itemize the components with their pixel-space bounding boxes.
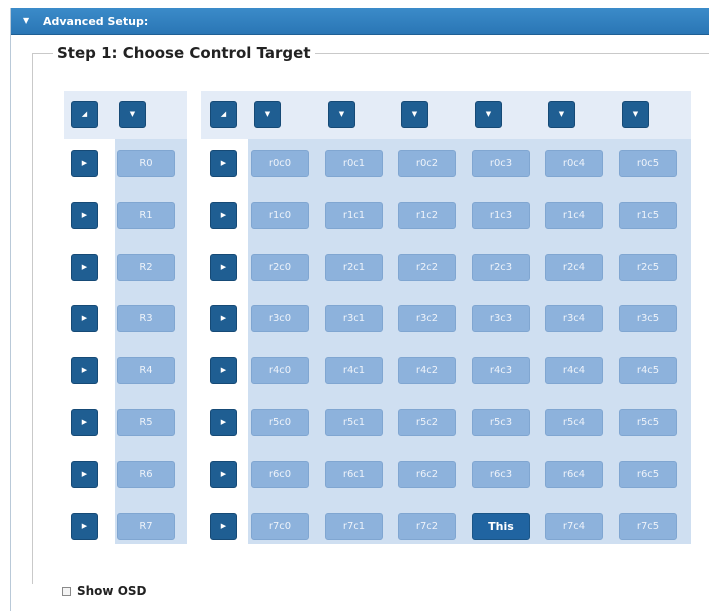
grid-cell[interactable]: r1c3 (472, 202, 530, 229)
grid-cell[interactable]: r6c4 (545, 461, 603, 488)
column-select-button-4[interactable]: ▼ (548, 101, 575, 128)
grid-cell[interactable]: r1c5 (619, 202, 677, 229)
column-select-button-1[interactable]: ▼ (328, 101, 355, 128)
row-label-4[interactable]: R4 (117, 357, 175, 384)
grid-cell[interactable]: r4c5 (619, 357, 677, 384)
grid-cell[interactable]: r5c1 (325, 409, 383, 436)
grid-cell[interactable]: r7c5 (619, 513, 677, 540)
column-select-button-5[interactable]: ▼ (622, 101, 649, 128)
grid-cell[interactable]: r6c0 (251, 461, 309, 488)
row-label-6[interactable]: R6 (117, 461, 175, 488)
grid-cell[interactable]: r7c4 (545, 513, 603, 540)
column-select-button-2[interactable]: ▼ (401, 101, 428, 128)
grid-cell[interactable]: r3c1 (325, 305, 383, 332)
grid-cell[interactable]: r6c3 (472, 461, 530, 488)
grid-cell[interactable]: r6c2 (398, 461, 456, 488)
grid-cell[interactable]: r3c2 (398, 305, 456, 332)
show-osd-option[interactable]: Show OSD (62, 584, 147, 598)
grid-cell[interactable]: r0c4 (545, 150, 603, 177)
row-select-button-2[interactable]: ▶ (210, 254, 237, 281)
grid-cell[interactable]: r1c0 (251, 202, 309, 229)
grid-cell[interactable]: r7c1 (325, 513, 383, 540)
grid-cell[interactable]: r7c2 (398, 513, 456, 540)
grid-cell[interactable]: r4c4 (545, 357, 603, 384)
row-label-3[interactable]: R3 (117, 305, 175, 332)
grid-cell[interactable]: r6c5 (619, 461, 677, 488)
row-select-button-1[interactable]: ▶ (210, 202, 237, 229)
row-label-select-button-0[interactable]: ▶ (71, 150, 98, 177)
grid-cell[interactable]: r3c3 (472, 305, 530, 332)
corner-select-icon[interactable]: ◢ (71, 101, 98, 128)
grid-cell[interactable]: r1c1 (325, 202, 383, 229)
grid-cell[interactable]: r0c0 (251, 150, 309, 177)
row-select-button-5[interactable]: ▶ (210, 409, 237, 436)
grid-cell[interactable]: r5c3 (472, 409, 530, 436)
grid-cell[interactable]: r5c4 (545, 409, 603, 436)
grid-cell[interactable]: r6c1 (325, 461, 383, 488)
grid-cell[interactable]: r2c0 (251, 254, 309, 281)
row-label-2[interactable]: R2 (117, 254, 175, 281)
grid-cell[interactable]: r3c4 (545, 305, 603, 332)
grid-cell[interactable]: r4c1 (325, 357, 383, 384)
row-label-select-button-2[interactable]: ▶ (71, 254, 98, 281)
row-label-select-button-1[interactable]: ▶ (71, 202, 98, 229)
grid-cell[interactable]: r5c0 (251, 409, 309, 436)
row-label-select-button-3[interactable]: ▶ (71, 305, 98, 332)
grid-cell[interactable]: r1c2 (398, 202, 456, 229)
grid-cell[interactable]: r3c5 (619, 305, 677, 332)
row-label-select-button-5[interactable]: ▶ (71, 409, 98, 436)
grid-cell[interactable]: r2c2 (398, 254, 456, 281)
grid-cell[interactable]: r2c5 (619, 254, 677, 281)
grid-cell[interactable]: r4c2 (398, 357, 456, 384)
row-label-0[interactable]: R0 (117, 150, 175, 177)
grid-cell[interactable]: r3c0 (251, 305, 309, 332)
row-label-select-button-4[interactable]: ▶ (71, 357, 98, 384)
row-select-button-0[interactable]: ▶ (210, 150, 237, 177)
panel-title: Advanced Setup: (43, 14, 149, 28)
column-select-button-3[interactable]: ▼ (475, 101, 502, 128)
show-osd-label: Show OSD (77, 584, 147, 598)
row-label-7[interactable]: R7 (117, 513, 175, 540)
grid-cell[interactable]: r5c2 (398, 409, 456, 436)
grid-cell[interactable]: r2c1 (325, 254, 383, 281)
grid-cell[interactable]: r2c4 (545, 254, 603, 281)
grid-cell[interactable]: r2c3 (472, 254, 530, 281)
row-select-button-4[interactable]: ▶ (210, 357, 237, 384)
grid-cell[interactable]: r0c2 (398, 150, 456, 177)
show-osd-checkbox[interactable] (62, 586, 71, 596)
grid-cell[interactable]: r4c3 (472, 357, 530, 384)
row-select-button-3[interactable]: ▶ (210, 305, 237, 332)
grid-cell[interactable]: This (472, 513, 530, 540)
row-select-button-7[interactable]: ▶ (210, 513, 237, 540)
triangle-down-icon[interactable]: ▼ (23, 16, 33, 26)
corner-select-icon[interactable]: ◢ (210, 101, 237, 128)
grid-cell[interactable]: r0c5 (619, 150, 677, 177)
row-select-button-6[interactable]: ▶ (210, 461, 237, 488)
grid-cell[interactable]: r1c4 (545, 202, 603, 229)
grid-cell[interactable]: r0c1 (325, 150, 383, 177)
row-label-5[interactable]: R5 (117, 409, 175, 436)
step-title: Step 1: Choose Control Target (57, 44, 311, 62)
advanced-setup-header[interactable]: ▼ Advanced Setup: (11, 8, 709, 35)
grid-cell[interactable]: r7c0 (251, 513, 309, 540)
grid-cell[interactable]: r0c3 (472, 150, 530, 177)
row-label-1[interactable]: R1 (117, 202, 175, 229)
grid-cell[interactable]: r4c0 (251, 357, 309, 384)
row-label-select-button-7[interactable]: ▶ (71, 513, 98, 540)
column-select-row-labels-button[interactable]: ▼ (119, 101, 146, 128)
grid-cell[interactable]: r5c5 (619, 409, 677, 436)
row-label-select-button-6[interactable]: ▶ (71, 461, 98, 488)
column-select-button-0[interactable]: ▼ (254, 101, 281, 128)
